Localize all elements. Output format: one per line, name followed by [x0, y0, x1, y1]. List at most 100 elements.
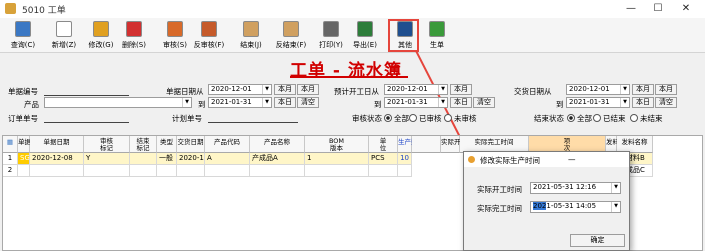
- radio-checked-icon: [567, 114, 575, 122]
- doc-date-clear-top[interactable]: 本月: [297, 84, 319, 95]
- delivery-to-input[interactable]: 2021-01-31 ▼: [566, 97, 630, 108]
- grid-cell[interactable]: [369, 165, 398, 177]
- actual-start-input[interactable]: 2021-05-31 12:16 ▼: [530, 182, 621, 194]
- dialog-minimize-button[interactable]: —: [568, 155, 576, 164]
- toolbar-button-label: 结束(J): [240, 41, 262, 49]
- dropdown-icon[interactable]: ▼: [620, 98, 629, 107]
- generate-doc-icon: [429, 21, 445, 37]
- grid-header: 结束 标记: [130, 136, 157, 153]
- product-select[interactable]: ▼: [44, 97, 192, 108]
- plan-start-today-button[interactable]: 本日: [450, 97, 472, 108]
- close-button[interactable]: ✕: [679, 2, 693, 16]
- maximize-button[interactable]: ☐: [651, 2, 665, 16]
- other-button-highlight: [388, 19, 419, 52]
- actual-end-input[interactable]: 2021-05-31 14:05 ▼: [530, 201, 621, 213]
- dropdown-icon[interactable]: ▼: [262, 85, 271, 94]
- toolbar-button[interactable]: 结束(J): [236, 21, 266, 51]
- audit-radio-all[interactable]: 全部: [384, 113, 409, 124]
- doc-date-clear-button[interactable]: 清空: [297, 97, 319, 108]
- grid-cell[interactable]: [130, 153, 157, 165]
- toolbar-button[interactable]: 新增(Z): [48, 21, 80, 51]
- delivery-to-value: 2021-01-31: [569, 98, 610, 106]
- calendar-dropdown-icon[interactable]: ▼: [611, 202, 620, 212]
- dropdown-icon[interactable]: ▼: [620, 85, 629, 94]
- delivery-from-input[interactable]: 2020-12-01 ▼: [566, 84, 630, 95]
- grid-cell[interactable]: [398, 165, 412, 177]
- grid-cell[interactable]: 产成品A: [250, 153, 305, 165]
- actual-start-label: 实际开工时间: [477, 185, 522, 194]
- unaudit-icon: [201, 21, 217, 37]
- doc-no-label: 单据编号: [8, 87, 38, 96]
- dropdown-icon[interactable]: ▼: [182, 98, 191, 107]
- toolbar-button[interactable]: 生单: [423, 21, 451, 51]
- plan-start-clear-button[interactable]: 清空: [473, 97, 495, 108]
- dialog-ok-button[interactable]: 确定: [570, 234, 625, 247]
- grid-cell[interactable]: 一般: [157, 153, 177, 165]
- toolbar-button[interactable]: 删除(S): [118, 21, 150, 51]
- radio-icon: [630, 114, 638, 122]
- grid-cell[interactable]: [18, 165, 30, 177]
- plan-start-to-input[interactable]: 2021-01-31 ▼: [384, 97, 448, 108]
- doc-date-from-input[interactable]: 2020-12-01 ▼: [208, 84, 272, 95]
- calendar-dropdown-icon[interactable]: ▼: [611, 183, 620, 193]
- grid-cell[interactable]: SGD-20120003: [18, 153, 30, 165]
- radio-icon: [593, 114, 601, 122]
- audit-radio-audited[interactable]: 已审核: [409, 113, 442, 124]
- delivery-month-button-2[interactable]: 本月: [655, 84, 677, 95]
- grid-cell[interactable]: [84, 165, 130, 177]
- toolbar-button[interactable]: 导出(E): [350, 21, 380, 51]
- plan-start-month-button[interactable]: 本月: [450, 84, 472, 95]
- grid-cell[interactable]: 1: [305, 153, 369, 165]
- doc-date-today-button[interactable]: 本日: [274, 97, 296, 108]
- grid-cell[interactable]: PCS: [369, 153, 398, 165]
- toolbar-button-label: 查询(C): [10, 41, 36, 49]
- dropdown-icon[interactable]: ▼: [262, 98, 271, 107]
- grid-cell[interactable]: [205, 165, 250, 177]
- doc-date-to-label: 到: [198, 100, 206, 109]
- toolbar-button[interactable]: 审核(S): [160, 21, 190, 51]
- doc-date-to-input[interactable]: 2021-01-31 ▼: [208, 97, 272, 108]
- end-radio-all[interactable]: 全部: [567, 113, 592, 124]
- dropdown-icon[interactable]: ▼: [438, 98, 447, 107]
- grid-header: 生产数量: [398, 136, 424, 153]
- delivery-today-button[interactable]: 本日: [632, 97, 654, 108]
- delivery-clear-button[interactable]: 清空: [655, 97, 677, 108]
- grid-cell[interactable]: [305, 165, 369, 177]
- doc-date-from-value: 2020-12-01: [211, 85, 252, 93]
- minimize-button[interactable]: —: [624, 2, 638, 16]
- grid-cell[interactable]: [130, 165, 157, 177]
- search-icon: [15, 21, 31, 37]
- grid-header: 产品代码: [205, 136, 250, 153]
- grid-cell[interactable]: [30, 165, 84, 177]
- toolbar-button[interactable]: 查询(C): [8, 21, 38, 51]
- order-no-input[interactable]: [44, 112, 129, 123]
- grid-cell[interactable]: 2020-12-10: [177, 153, 205, 165]
- grid-cell[interactable]: 2020-12-08: [30, 153, 84, 165]
- row-index: 2: [3, 165, 18, 177]
- grid-cell[interactable]: [250, 165, 305, 177]
- grid-cell[interactable]: Y: [84, 153, 130, 165]
- delete-icon: [126, 21, 142, 37]
- audit-radio-unaudited[interactable]: 未审核: [444, 113, 477, 124]
- end-radio-ended[interactable]: 已结束: [593, 113, 626, 124]
- radio-checked-icon: [384, 114, 392, 122]
- delivery-month-button[interactable]: 本月: [632, 84, 654, 95]
- grid-cell[interactable]: 10: [398, 153, 412, 165]
- plan-start-from-input[interactable]: 2020-12-01 ▼: [384, 84, 448, 95]
- toolbar-button[interactable]: 反审核(F): [190, 21, 228, 51]
- toolbar-button[interactable]: 反结束(F): [272, 21, 310, 51]
- toolbar-button-label: 反审核(F): [193, 41, 225, 49]
- audit-option-label: 全部: [394, 114, 409, 123]
- grid-cell[interactable]: [177, 165, 205, 177]
- end-radio-not-ended[interactable]: 未结束: [630, 113, 663, 124]
- grid-cell[interactable]: [157, 165, 177, 177]
- plan-no-input[interactable]: [208, 112, 298, 123]
- grid-cell[interactable]: A: [205, 153, 250, 165]
- dropdown-icon[interactable]: ▼: [438, 85, 447, 94]
- toolbar-button[interactable]: 修改(G): [86, 21, 116, 51]
- export-icon: [357, 21, 373, 37]
- delivery-from-value: 2020-12-01: [569, 85, 610, 93]
- toolbar-button[interactable]: 打印(Y): [316, 21, 346, 51]
- doc-date-month-button[interactable]: 本月: [274, 84, 296, 95]
- doc-no-input[interactable]: [44, 85, 129, 96]
